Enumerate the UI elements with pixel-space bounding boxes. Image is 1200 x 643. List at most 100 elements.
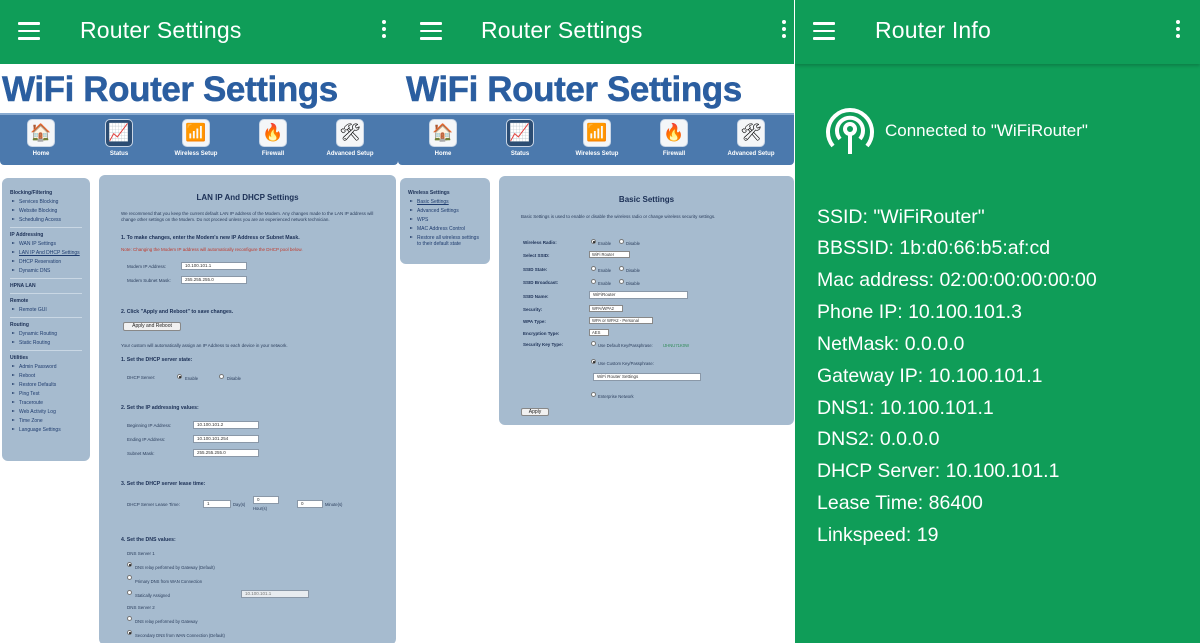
radio-disable-radio[interactable]	[619, 239, 624, 244]
radio-label: Disable	[626, 268, 640, 273]
sidebar-item-web-activity-log[interactable]: Web Activity Log	[12, 409, 82, 415]
sidebar-item-wan-ip[interactable]: WAN IP Settings	[12, 241, 82, 247]
hours-label: Hour(s)	[253, 506, 267, 511]
radio-label: Use Custom Key/Passphrase:	[598, 361, 654, 366]
sidebar-item-basic-settings[interactable]: Basic Settings	[410, 199, 482, 205]
overflow-menu-icon[interactable]	[1176, 20, 1182, 40]
wifi-icon: 📶	[182, 119, 210, 147]
key-default-radio[interactable]	[591, 341, 596, 346]
step-heading: 1. To make changes, enter the Modem's ne…	[121, 235, 300, 241]
static-dns-field[interactable]: 10.100.101.1	[241, 590, 309, 598]
nav-wireless-setup[interactable]: 📶 Wireless Setup	[166, 119, 226, 157]
menu-icon[interactable]	[813, 22, 835, 40]
step-heading: 2. Click "Apply and Reboot" to save chan…	[121, 309, 234, 315]
ssid-state-disable-radio[interactable]	[619, 266, 624, 271]
encryption-select[interactable]: AES	[589, 329, 609, 336]
radio-label: Statically Assigned	[135, 593, 170, 598]
sidebar-item-time-zone[interactable]: Time Zone	[12, 418, 82, 424]
sidebar-item-language-settings[interactable]: Language Settings	[12, 427, 82, 433]
dns2-wan-radio[interactable]	[127, 630, 132, 635]
days-label: Day(s)	[233, 502, 246, 507]
minutes-label: Minute(s)	[325, 502, 343, 507]
lease-days-field[interactable]: 1	[203, 500, 231, 508]
key-custom-radio[interactable]	[591, 359, 596, 364]
menu-icon[interactable]	[18, 22, 40, 40]
ssid-broadcast-enable-radio[interactable]	[591, 279, 596, 284]
nav-advanced-setup[interactable]: 🛠 Advanced Setup	[721, 119, 781, 157]
sidebar-item-remote-gui[interactable]: Remote GUI	[12, 307, 82, 313]
router-nav-bar: 🏠 Home 📈 Status 📶 Wireless Setup 🔥 Firewall …	[398, 113, 794, 165]
apply-button[interactable]: Apply	[521, 408, 549, 416]
dns1-static-radio[interactable]	[127, 590, 132, 595]
sidebar-item-mac-address-control[interactable]: MAC Address Control	[410, 226, 482, 232]
sidebar-item-reboot[interactable]: Reboot	[12, 373, 82, 379]
sidebar-section-title: Wireless Settings	[408, 190, 450, 196]
sidebar-item-traceroute[interactable]: Traceroute	[12, 400, 82, 406]
ssid-state-enable-radio[interactable]	[591, 266, 596, 271]
dns1-relay-radio[interactable]	[127, 562, 132, 567]
ssid-broadcast-disable-radio[interactable]	[619, 279, 624, 284]
end-ip-field[interactable]: 10.100.101.254	[193, 435, 259, 443]
lease-hours-field[interactable]: 0	[253, 496, 279, 504]
nav-home[interactable]: 🏠 Home	[413, 119, 473, 157]
radio-enable-radio[interactable]	[591, 239, 596, 244]
sidebar-item-website-blocking[interactable]: Website Blocking	[12, 208, 82, 214]
nav-advanced-setup[interactable]: 🛠 Advanced Setup	[320, 119, 380, 157]
panel-intro: We recommend that you keep the current d…	[121, 211, 374, 222]
nav-firewall[interactable]: 🔥 Firewall	[243, 119, 303, 157]
sidebar-item-scheduling-access[interactable]: Scheduling Access	[12, 217, 82, 223]
dns-server-1-title: DNS Server 1	[127, 551, 155, 556]
sidebar-item-dynamic-dns[interactable]: Dynamic DNS	[12, 268, 82, 274]
apply-and-reboot-button[interactable]: Apply and Reboot	[123, 322, 181, 331]
dns1-wan-radio[interactable]	[127, 575, 132, 580]
sidebar-item-services-blocking[interactable]: Services Blocking	[12, 199, 82, 205]
default-key-value: IJHNU71K0W	[663, 343, 690, 348]
sidebar-item-admin-password[interactable]: Admin Password	[12, 364, 82, 370]
overflow-menu-icon[interactable]	[382, 20, 388, 40]
nav-label: Wireless Setup	[174, 151, 218, 157]
dns2-relay-radio[interactable]	[127, 616, 132, 621]
overflow-menu-icon[interactable]	[782, 20, 788, 40]
dhcp-disable-radio[interactable]	[219, 374, 224, 379]
security-select[interactable]: WPA/WPA2	[589, 305, 623, 312]
radio-label: Enterprise Network	[598, 394, 634, 399]
nav-home[interactable]: 🏠 Home	[11, 119, 71, 157]
modem-ip-field[interactable]: 10.100.101.1	[181, 262, 247, 270]
sidebar-item-dynamic-routing[interactable]: Dynamic Routing	[12, 331, 82, 337]
nav-status[interactable]: 📈 Status	[89, 119, 149, 157]
status-icon: 📈	[506, 119, 534, 147]
dhcp-enable-radio[interactable]	[177, 374, 182, 379]
sidebar-item-ping-test[interactable]: Ping Test	[12, 391, 82, 397]
ssid-name-field[interactable]: WiFiRouter	[589, 291, 688, 299]
sidebar-section-title[interactable]: HPNA LAN	[10, 283, 82, 289]
sidebar-item-restore-defaults[interactable]: Restore Defaults	[12, 382, 82, 388]
nav-firewall[interactable]: 🔥 Firewall	[644, 119, 704, 157]
enterprise-network-radio[interactable]	[591, 392, 596, 397]
sidebar-item-wps[interactable]: WPS	[410, 217, 482, 223]
ssid-select[interactable]: WiFi Router	[589, 251, 630, 258]
sidebar-item-restore-wireless[interactable]: Restore all wireless settings to their d…	[410, 235, 482, 247]
custom-key-field[interactable]: WiFi Router Settings	[593, 373, 701, 381]
sidebar-item-static-routing[interactable]: Static Routing	[12, 340, 82, 346]
radio-label: Enable	[598, 268, 612, 273]
nav-wireless-setup[interactable]: 📶 Wireless Setup	[567, 119, 627, 157]
panel-title: Basic Settings	[618, 195, 675, 204]
modem-ip-label: Modem IP Address:	[127, 264, 167, 269]
tools-icon: 🛠	[737, 119, 765, 147]
modem-subnet-field[interactable]: 255.255.255.0	[181, 276, 247, 284]
tools-icon: 🛠	[336, 119, 364, 147]
ssid-name-label: SSID Name:	[523, 294, 549, 299]
nav-label: Home	[32, 151, 50, 157]
wpa-type-select[interactable]: WPA or WPA2 - Personal	[589, 317, 653, 324]
begin-ip-field[interactable]: 10.100.101.2	[193, 421, 259, 429]
lease-minutes-field[interactable]: 0	[297, 500, 323, 508]
sidebar-item-lan-ip-dhcp[interactable]: LAN IP And DHCP Settings	[12, 250, 82, 256]
sidebar-item-dhcp-reservation[interactable]: DHCP Reservation	[12, 259, 82, 265]
nav-status[interactable]: 📈 Status	[490, 119, 550, 157]
radio-label: Secondary DNS from WAN Connection (Defau…	[135, 633, 225, 638]
sidebar-item-advanced-settings[interactable]: Advanced Settings	[410, 208, 482, 214]
menu-icon[interactable]	[420, 22, 442, 40]
nav-label: Home	[434, 151, 452, 157]
wireless-radio-label: Wireless Radio:	[523, 240, 557, 245]
subnet-mask-field[interactable]: 255.255.255.0	[193, 449, 259, 457]
